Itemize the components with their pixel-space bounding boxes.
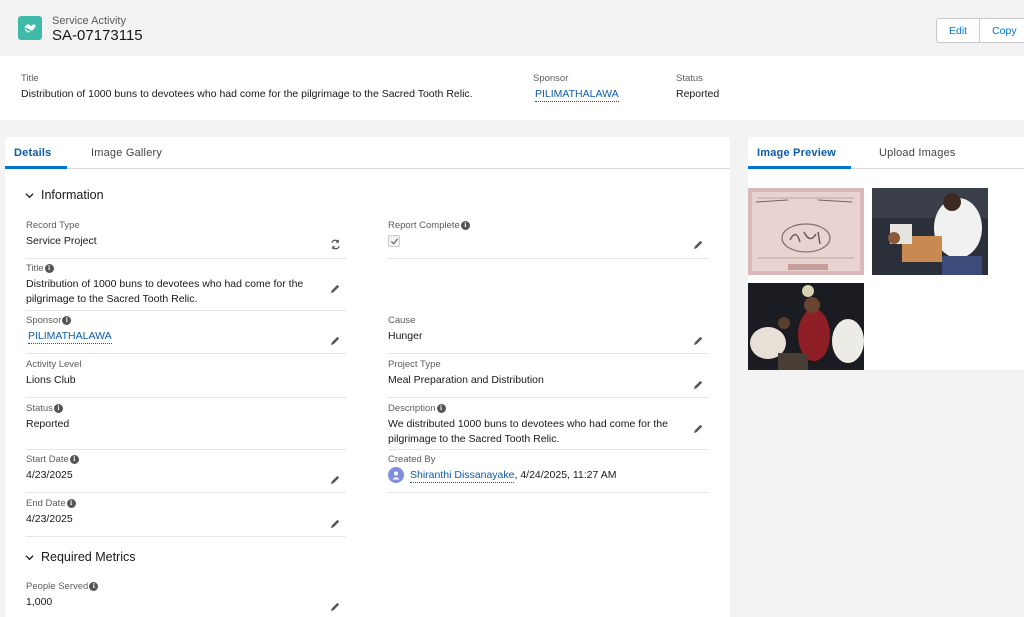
pencil-icon[interactable] [693, 335, 704, 346]
field-report-complete: Report Complete i [388, 219, 708, 259]
side-tabs: Image Preview Upload Images [748, 137, 1024, 169]
checkmark-icon [390, 237, 398, 245]
edit-button[interactable]: Edit [937, 19, 980, 42]
gallery-thumbnail-3[interactable] [748, 283, 864, 370]
report-complete-label: Report Complete [388, 220, 460, 231]
people-served-label: People Served [26, 581, 89, 592]
end-date-label: End Date [26, 498, 66, 509]
tab-upload-images[interactable]: Upload Images [879, 147, 956, 159]
project-type-label: Project Type [388, 359, 441, 370]
cause-label: Cause [388, 315, 416, 326]
header-actions: Edit Copy [936, 18, 1024, 43]
service-activity-icon [18, 16, 42, 40]
cause-value: Hunger [388, 330, 423, 342]
title-label: Title [26, 263, 44, 274]
pencil-icon[interactable] [693, 239, 704, 250]
details-card: Details Image Gallery Information Record… [5, 137, 730, 617]
required-metrics-section-toggle[interactable]: Required Metrics [25, 550, 135, 564]
tab-image-preview-indicator [748, 166, 851, 169]
sponsor-label: Sponsor [26, 315, 62, 326]
page-header: Service Activity SA-07173115 Edit Copy [0, 0, 1024, 56]
highlight-status-label: Status [676, 73, 703, 84]
user-avatar-icon [388, 467, 404, 483]
pencil-icon[interactable] [330, 518, 341, 529]
pencil-icon[interactable] [330, 601, 341, 612]
tab-details[interactable]: Details [14, 147, 51, 159]
field-description: Description i We distributed 1000 buns to… [388, 403, 708, 450]
field-end-date: End Date i 4/23/2025 [26, 498, 346, 537]
main-tabs: Details Image Gallery [5, 137, 730, 169]
highlight-sponsor-link[interactable]: PILIMATHALAWA [535, 88, 619, 102]
activity-level-value: Lions Club [26, 374, 76, 386]
info-icon[interactable]: i [62, 316, 72, 325]
field-project-type: Project Type Meal Preparation and Distri… [388, 359, 708, 398]
pencil-icon[interactable] [693, 379, 704, 390]
created-by-label: Created By [388, 454, 436, 465]
highlight-sponsor: Sponsor PILIMATHALAWA [533, 73, 619, 102]
object-type-label: Service Activity [52, 15, 126, 27]
required-metrics-section-title: Required Metrics [41, 550, 136, 564]
copy-button[interactable]: Copy [979, 19, 1024, 42]
change-record-type-icon[interactable] [330, 239, 341, 250]
project-type-value: Meal Preparation and Distribution [388, 374, 544, 386]
info-icon[interactable]: i [436, 404, 446, 413]
field-title: Title i Distribution of 1000 buns to devo… [26, 263, 346, 311]
information-section-toggle[interactable]: Information [25, 188, 104, 202]
status-label: Status [26, 403, 53, 414]
highlight-title: Title Distribution of 1000 buns to devot… [21, 73, 473, 100]
field-cause: Cause Hunger [388, 315, 708, 354]
info-icon[interactable]: i [66, 499, 76, 508]
info-icon[interactable]: i [44, 264, 54, 273]
record-name: SA-07173115 [52, 27, 143, 44]
tab-details-indicator [5, 166, 67, 169]
pencil-icon[interactable] [330, 474, 341, 485]
status-value: Reported [26, 418, 70, 430]
highlight-sponsor-label: Sponsor [533, 73, 569, 84]
tab-image-gallery[interactable]: Image Gallery [91, 147, 162, 159]
info-icon[interactable]: i [53, 404, 63, 413]
activity-level-label: Activity Level [26, 359, 82, 370]
description-label: Description [388, 403, 436, 414]
record-type-value: Service Project [26, 235, 97, 247]
field-people-served: People Served i 1,000 [26, 581, 346, 617]
highlights-panel: Title Distribution of 1000 buns to devot… [0, 56, 1024, 120]
created-by-user-link[interactable]: Shiranthi Dissanayake [410, 468, 515, 483]
pencil-icon[interactable] [330, 283, 341, 294]
field-status: Status i Reported [26, 403, 346, 450]
information-section-title: Information [41, 188, 104, 202]
info-icon[interactable]: i [69, 455, 79, 464]
field-activity-level: Activity Level Lions Club [26, 359, 346, 398]
highlight-status-value: Reported [676, 88, 720, 100]
tab-image-preview[interactable]: Image Preview [757, 147, 836, 159]
chevron-down-icon [25, 554, 34, 560]
report-complete-checkbox[interactable] [388, 235, 400, 247]
field-record-type: Record Type Service Project [26, 219, 346, 259]
field-created-by: Created By Shiranthi Dissanayake, 4/24/2… [388, 454, 708, 493]
start-date-label: Start Date [26, 454, 69, 465]
field-sponsor: Sponsor i PILIMATHALAWA [26, 315, 346, 354]
info-icon[interactable]: i [460, 221, 470, 230]
end-date-value: 4/23/2025 [26, 513, 73, 525]
highlight-title-label: Title [21, 73, 39, 84]
created-by-timestamp: , 4/24/2025, 11:27 AM [514, 468, 617, 481]
description-value: We distributed 1000 buns to devotees who… [388, 418, 668, 445]
gallery-thumbnail-2[interactable] [872, 188, 988, 275]
chevron-down-icon [25, 192, 34, 198]
pencil-icon[interactable] [330, 335, 341, 346]
sponsor-link[interactable]: PILIMATHALAWA [28, 330, 112, 344]
start-date-value: 4/23/2025 [26, 469, 73, 481]
gallery-thumbnail-1[interactable] [748, 188, 864, 275]
title-value: Distribution of 1000 buns to devotees wh… [26, 278, 304, 305]
highlight-title-value: Distribution of 1000 buns to devotees wh… [21, 88, 473, 100]
highlight-status: Status Reported [676, 73, 719, 100]
image-preview-card: Image Preview Upload Images [748, 137, 1024, 370]
pencil-icon[interactable] [693, 423, 704, 434]
people-served-value: 1,000 [26, 596, 53, 608]
info-icon[interactable]: i [89, 582, 99, 591]
field-start-date: Start Date i 4/23/2025 [26, 454, 346, 493]
record-type-label: Record Type [26, 220, 80, 231]
